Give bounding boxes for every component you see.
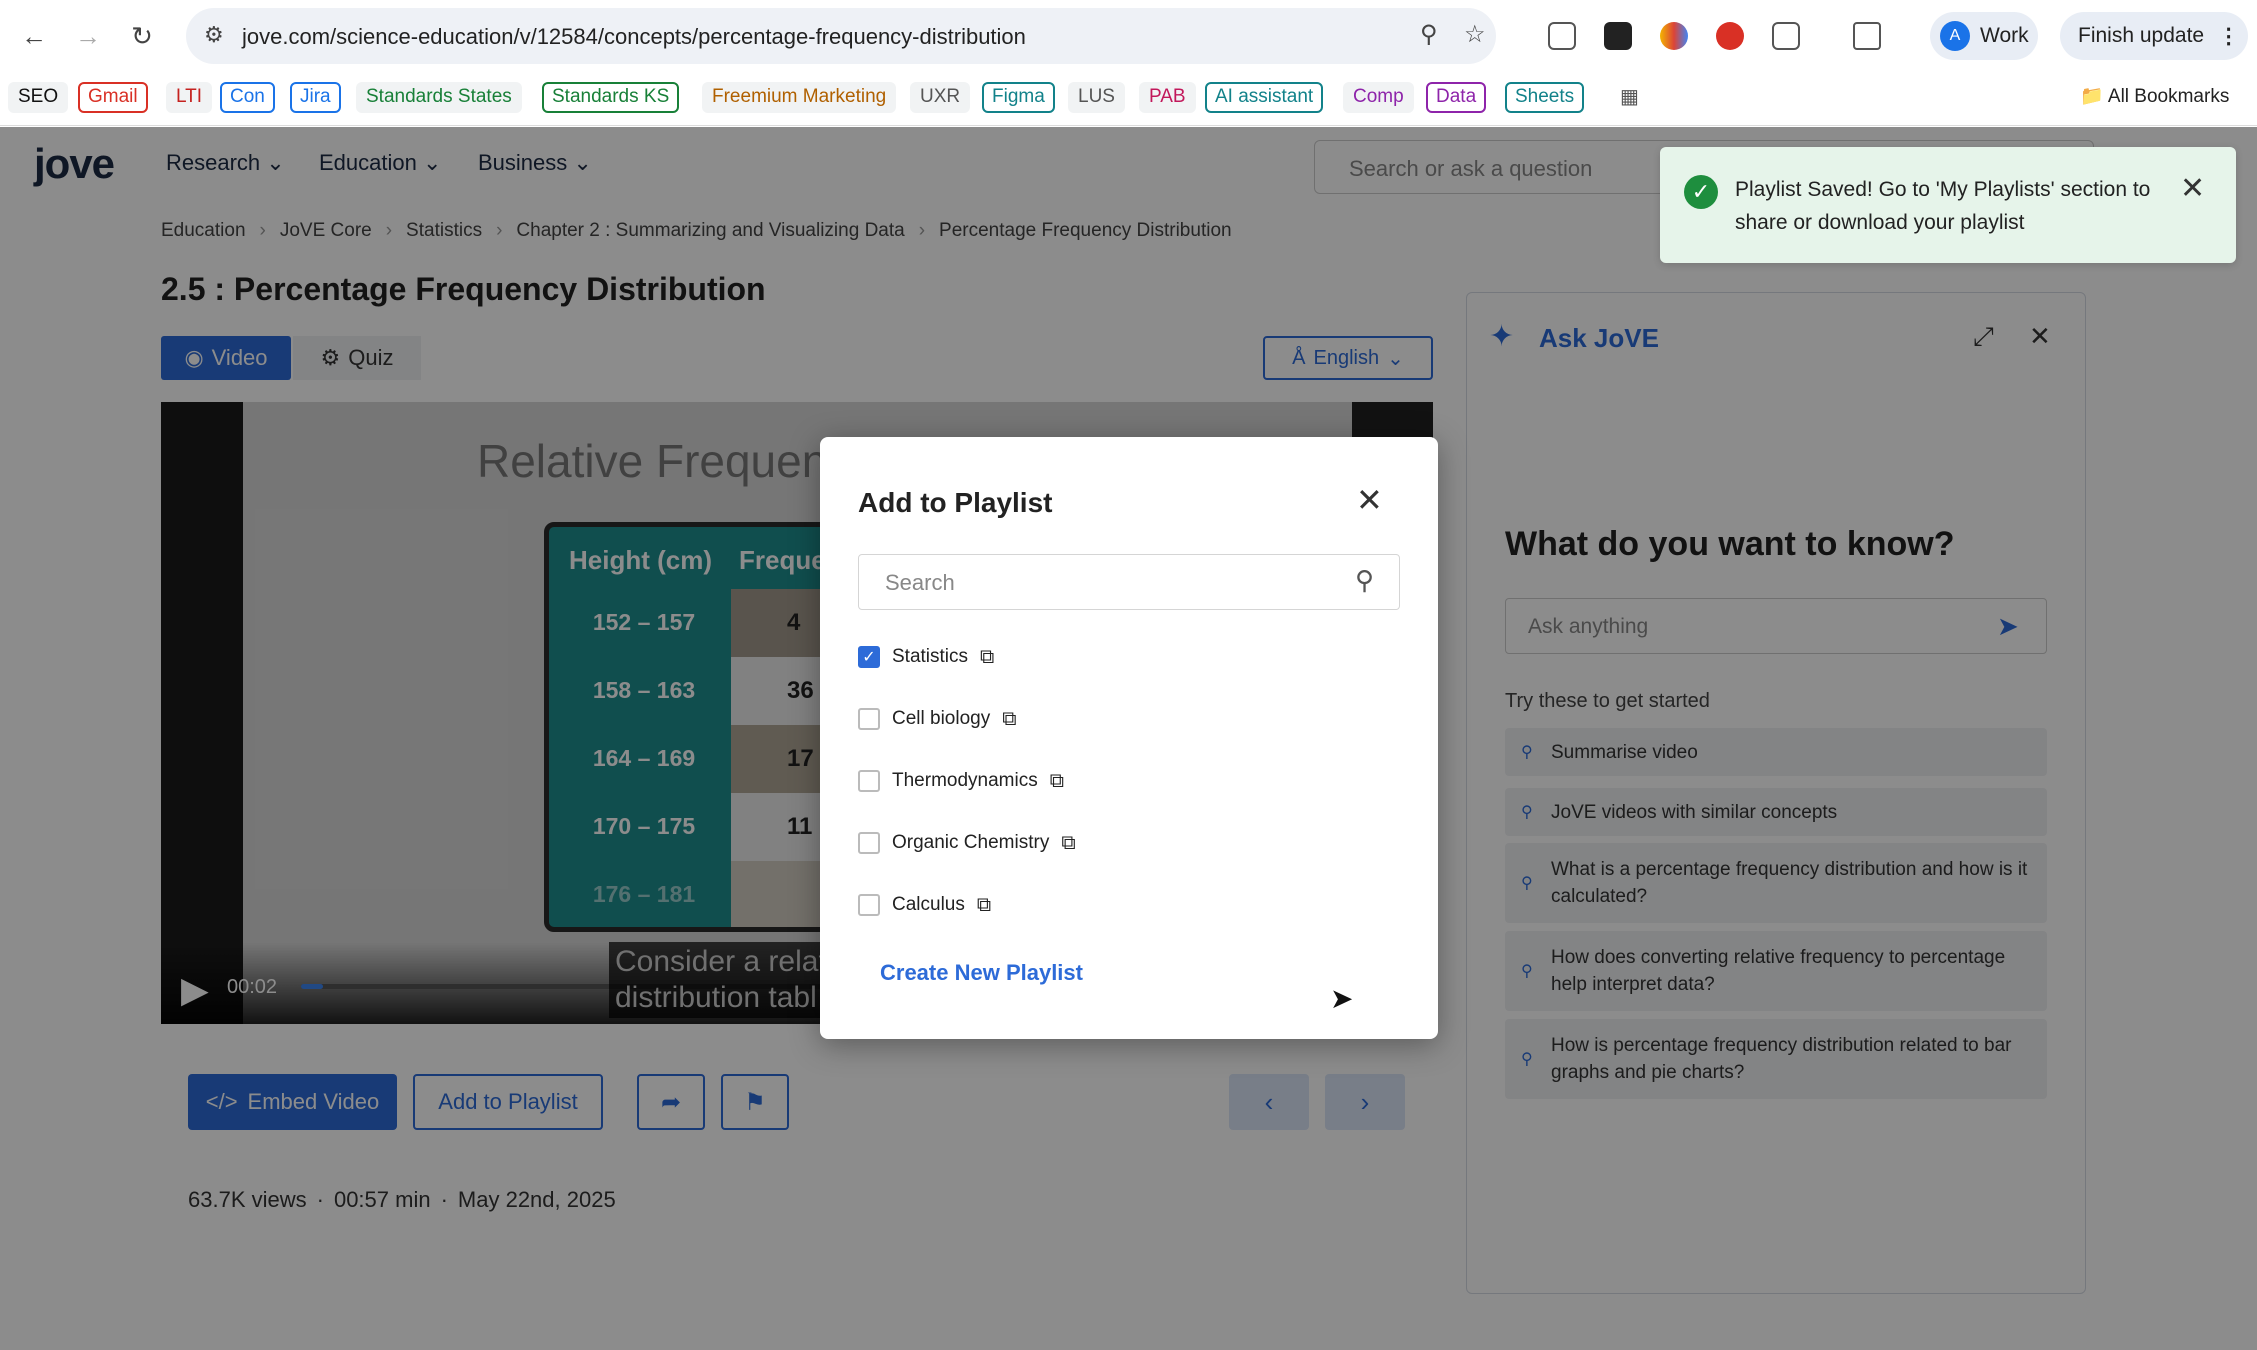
color-extension-icon[interactable] — [1660, 22, 1688, 50]
close-icon[interactable]: ✕ — [2180, 171, 2205, 206]
bookmark-item[interactable]: LUS — [1068, 82, 1125, 113]
external-link-icon[interactable]: ⧉ — [1002, 708, 1016, 731]
bookmark-item[interactable]: UXR — [910, 82, 971, 113]
bookmark-item[interactable]: AI assistant — [1205, 82, 1324, 113]
bookmark-item[interactable]: SEO — [8, 82, 69, 113]
profile-label: Work — [1980, 24, 2029, 47]
playlist-checkbox[interactable] — [858, 832, 880, 854]
bookmark-item[interactable]: Figma — [982, 82, 1055, 113]
external-link-icon[interactable]: ⧉ — [1050, 770, 1064, 793]
screenshot-extension-icon[interactable] — [1548, 22, 1576, 50]
check-circle-icon: ✓ — [1684, 175, 1718, 209]
back-icon[interactable]: ← — [18, 20, 50, 52]
tab-search-icon[interactable] — [1853, 22, 1881, 50]
zoom-icon[interactable]: ⚲ — [1420, 20, 1438, 49]
toast-notification: ✓ Playlist Saved! Go to 'My Playlists' s… — [1660, 147, 2236, 263]
playlist-checkbox[interactable]: ✓ — [858, 646, 880, 668]
playlist-checkbox[interactable] — [858, 894, 880, 916]
playlist-checkbox[interactable] — [858, 708, 880, 730]
add-to-playlist-modal: Add to Playlist ✕ Search ⚲ ✓ Statistics ⧉ C… — [820, 437, 1438, 1039]
extension-icon[interactable] — [1604, 22, 1632, 50]
all-bookmarks-label: All Bookmarks — [2107, 86, 2230, 107]
avatar: A — [1940, 21, 1970, 51]
bookmark-item[interactable]: LTI — [166, 82, 213, 113]
playlist-search-input[interactable]: Search — [858, 554, 1400, 610]
bookmark-item[interactable]: Jira — [290, 82, 341, 113]
playlist-name: Thermodynamics — [892, 770, 1038, 791]
playlist-name: Cell biology — [892, 708, 991, 729]
bookmark-item[interactable]: Comp — [1343, 82, 1414, 113]
bookmark-item[interactable]: Standards KS — [542, 82, 680, 113]
bookmark-item[interactable]: Freemium Marketing — [702, 82, 897, 113]
forward-icon[interactable]: → — [72, 20, 104, 52]
folder-icon: 📁 — [2080, 86, 2104, 107]
browser-chrome: ← → ↻ ⚙ jove.com/science-education/v/125… — [0, 0, 2257, 126]
apps-grid-icon[interactable]: ▦ — [1610, 82, 1649, 113]
puzzle-icon[interactable] — [1772, 22, 1800, 50]
playlist-checkbox[interactable] — [858, 770, 880, 792]
playlist-name: Calculus — [892, 894, 965, 915]
create-playlist-button[interactable]: Create New Playlist — [880, 960, 1083, 986]
kebab-menu-icon[interactable]: ⋮ — [2218, 24, 2239, 49]
playlist-item[interactable]: Calculus ⧉ — [858, 890, 991, 920]
external-link-icon[interactable]: ⧉ — [980, 646, 994, 669]
search-icon: ⚲ — [1355, 565, 1375, 595]
playlist-name: Organic Chemistry — [892, 832, 1050, 853]
bookmark-item[interactable]: Standards States — [356, 82, 522, 113]
external-link-icon[interactable]: ⧉ — [977, 894, 991, 917]
finish-update-label: Finish update — [2078, 24, 2205, 47]
bookmark-item[interactable]: Con — [220, 82, 275, 113]
finish-update-button[interactable]: Finish update ⋮ — [2060, 12, 2248, 60]
modal-title: Add to Playlist — [858, 487, 1053, 518]
playlist-item[interactable]: Cell biology ⧉ — [858, 704, 1017, 734]
playlist-item[interactable]: Organic Chemistry ⧉ — [858, 828, 1076, 858]
site-info-icon[interactable]: ⚙ — [204, 22, 224, 48]
star-icon[interactable]: ☆ — [1464, 20, 1486, 49]
profile-chip[interactable]: A Work — [1930, 12, 2038, 60]
address-bar[interactable]: ⚙ jove.com/science-education/v/12584/con… — [186, 8, 1496, 64]
all-bookmarks[interactable]: 📁 All Bookmarks — [2070, 82, 2239, 113]
url-text: jove.com/science-education/v/12584/conce… — [242, 24, 1026, 49]
bookmark-item[interactable]: Gmail — [78, 82, 148, 113]
toast-message: Playlist Saved! Go to 'My Playlists' sec… — [1735, 178, 2151, 234]
bookmark-item[interactable]: Data — [1426, 82, 1487, 113]
playlist-item[interactable]: Thermodynamics ⧉ — [858, 766, 1064, 796]
playlist-item[interactable]: ✓ Statistics ⧉ — [858, 642, 994, 672]
bookmark-item[interactable]: Sheets — [1505, 82, 1585, 113]
mouse-cursor-icon: ➤ — [1330, 983, 1354, 1014]
playlist-name: Statistics — [892, 646, 969, 667]
close-icon[interactable]: ✕ — [1356, 481, 1383, 519]
external-link-icon[interactable]: ⧉ — [1061, 832, 1075, 855]
bookmark-item[interactable]: PAB — [1139, 82, 1196, 113]
grammarly-icon[interactable] — [1716, 22, 1744, 50]
reload-icon[interactable]: ↻ — [126, 20, 158, 52]
